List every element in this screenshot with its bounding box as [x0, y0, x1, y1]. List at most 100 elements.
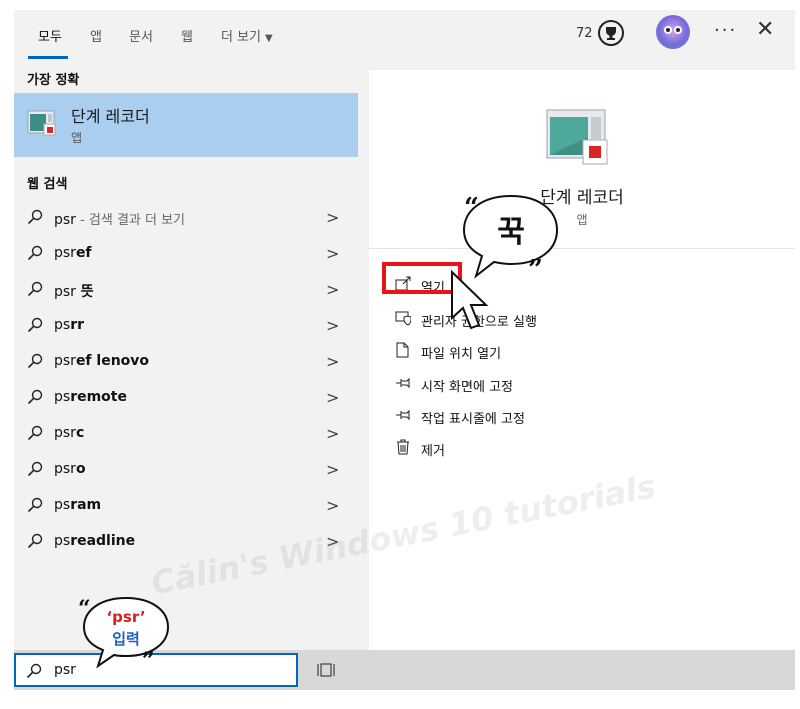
- chevron-right-icon[interactable]: >: [326, 352, 339, 371]
- search-icon: [27, 245, 43, 261]
- web-result-text: psref: [54, 245, 92, 261]
- action-pin-to-taskbar-label: 작업 표시줄에 고정: [421, 412, 525, 427]
- close-button[interactable]: ✕: [756, 17, 774, 42]
- web-result-item[interactable]: psrr >: [14, 308, 358, 344]
- action-uninstall-label: 제거: [421, 444, 445, 459]
- svg-text:“: “: [464, 193, 479, 223]
- tab-more[interactable]: 더 보기 ▼: [221, 26, 273, 45]
- web-result-item[interactable]: psremote >: [14, 380, 358, 416]
- search-icon: [26, 663, 42, 679]
- web-result-text: psro: [54, 461, 86, 477]
- web-result-item[interactable]: psro >: [14, 452, 358, 488]
- search-icon: [27, 317, 43, 333]
- preview-app-title: 단계 레코더: [540, 188, 624, 208]
- pin-icon: [396, 377, 410, 389]
- svg-text:”: ”: [528, 255, 543, 280]
- chevron-right-icon[interactable]: >: [326, 316, 339, 335]
- tab-bar: 모두 앱 문서 웹 더 보기 ▼ 72 ··· ✕: [14, 10, 795, 60]
- search-icon: [27, 389, 43, 405]
- web-result-completion: readline: [70, 533, 136, 549]
- web-result-query: psr: [54, 245, 76, 261]
- web-result-query: ps: [54, 317, 71, 333]
- web-result-completion: o: [75, 461, 86, 477]
- click-bubble-text: 꾹: [497, 215, 525, 250]
- web-result-completion: ram: [70, 497, 102, 513]
- web-result-text: psr - 검색 결과 더 보기: [54, 209, 185, 228]
- best-match-heading: 가장 정확: [27, 73, 80, 88]
- web-result-completion: 뜻: [75, 284, 94, 300]
- preview-app-subtitle: 앱: [576, 213, 588, 227]
- web-result-completion: ef: [75, 245, 92, 261]
- search-icon: [27, 425, 43, 441]
- preview-pane: 단계 레코더 앱 열기 관리자 권한으로 실행 파일 위치 열기 시작 화면에 …: [369, 70, 795, 650]
- web-result-completion: rr: [70, 317, 84, 333]
- web-result-item[interactable]: psr - 검색 결과 더 보기 >: [14, 200, 358, 236]
- web-result-item[interactable]: psref lenovo >: [14, 344, 358, 380]
- tab-more-label: 더 보기: [221, 30, 262, 45]
- action-pin-to-start-label: 시작 화면에 고정: [421, 380, 513, 395]
- web-result-text: psreadline: [54, 533, 135, 549]
- chevron-right-icon[interactable]: >: [326, 388, 339, 407]
- web-result-completion: c: [75, 425, 85, 441]
- web-result-item[interactable]: psrc >: [14, 416, 358, 452]
- avatar[interactable]: [656, 15, 690, 49]
- svg-text:”: ”: [142, 648, 155, 670]
- input-speech-bubble: “ ” ‘psr’ 입력: [78, 596, 170, 670]
- rewards-points: 72: [576, 26, 593, 41]
- steps-recorder-large-icon: [546, 109, 608, 165]
- more-options-button[interactable]: ···: [714, 20, 737, 41]
- web-result-completion: remote: [70, 389, 127, 405]
- web-search-heading: 웹 검색: [27, 177, 68, 192]
- web-result-query: psr: [54, 461, 76, 477]
- trophy-icon[interactable]: [598, 20, 624, 46]
- search-icon: [27, 497, 43, 513]
- web-result-query: ps: [54, 497, 71, 513]
- caret-down-icon: ▼: [265, 33, 273, 44]
- steps-recorder-icon: [27, 110, 56, 136]
- divider: [369, 248, 795, 249]
- web-result-item[interactable]: psr 뜻 >: [14, 272, 358, 308]
- start-search-panel: 모두 앱 문서 웹 더 보기▼ 72 ··· ✕ 가장 정확 단계 레코더 앱: [14, 10, 795, 690]
- web-result-text: psrr: [54, 317, 84, 333]
- tab-web[interactable]: 웹: [181, 26, 193, 45]
- web-result-query: psr: [54, 353, 76, 369]
- search-icon: [27, 533, 43, 549]
- chevron-right-icon[interactable]: >: [326, 424, 339, 443]
- chevron-right-icon[interactable]: >: [326, 496, 339, 515]
- input-bubble-line1: ‘psr’: [106, 608, 145, 626]
- chevron-right-icon[interactable]: >: [326, 208, 339, 227]
- active-tab-indicator: [28, 56, 68, 59]
- web-result-item[interactable]: psram >: [14, 488, 358, 524]
- action-open-file-location-label: 파일 위치 열기: [421, 347, 502, 362]
- search-icon: [27, 353, 43, 369]
- search-icon: [27, 281, 43, 297]
- input-bubble-line2: 입력: [112, 630, 140, 648]
- tab-documents[interactable]: 문서: [129, 26, 153, 45]
- click-speech-bubble: “ ” 꾹: [462, 193, 559, 280]
- best-match-item[interactable]: 단계 레코더 앱: [14, 93, 358, 157]
- trash-icon: [397, 439, 409, 455]
- chevron-right-icon[interactable]: >: [326, 244, 339, 263]
- web-result-completion: ef lenovo: [75, 353, 150, 369]
- search-icon: [27, 461, 43, 477]
- chevron-right-icon[interactable]: >: [326, 280, 339, 299]
- web-result-item[interactable]: psref >: [14, 236, 358, 272]
- web-result-text: psrc: [54, 425, 84, 441]
- web-result-query: psr: [54, 425, 76, 441]
- web-result-text: psr 뜻: [54, 281, 94, 301]
- shield-icon: [395, 311, 411, 326]
- chevron-right-icon[interactable]: >: [326, 460, 339, 479]
- web-result-query: psr: [54, 212, 76, 228]
- web-result-text: psram: [54, 497, 101, 513]
- task-view-icon[interactable]: [316, 660, 336, 680]
- tab-all[interactable]: 모두: [38, 26, 62, 45]
- web-result-text: psref lenovo: [54, 353, 149, 369]
- file-location-icon: [396, 342, 409, 358]
- mouse-cursor-icon: [451, 270, 489, 330]
- web-result-suffix: - 검색 결과 더 보기: [75, 213, 186, 228]
- pin-icon: [396, 409, 410, 421]
- tab-apps[interactable]: 앱: [90, 26, 102, 45]
- search-icon: [27, 209, 43, 225]
- web-result-query: ps: [54, 389, 71, 405]
- web-result-text: psremote: [54, 389, 127, 405]
